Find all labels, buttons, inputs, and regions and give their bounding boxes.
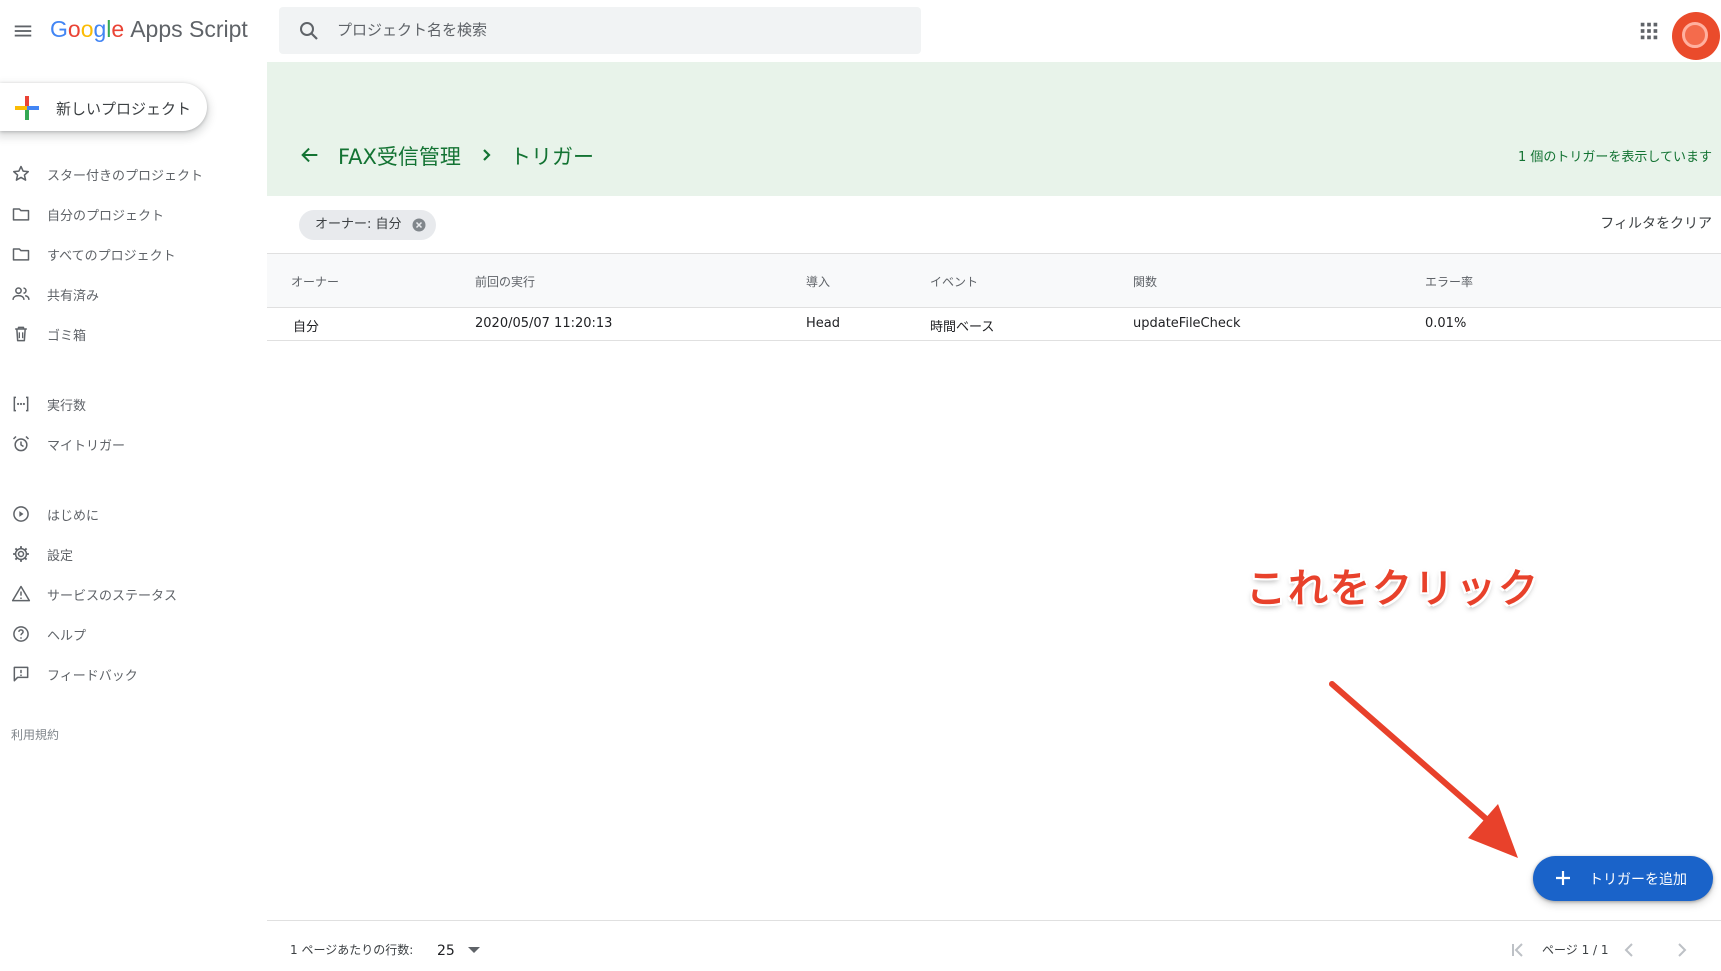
next-page-icon[interactable] <box>1671 939 1693 961</box>
sidebar-item-label: はじめに <box>47 509 100 524</box>
chevron-right-icon <box>483 149 491 161</box>
app-logo[interactable]: Google Apps Script <box>50 16 248 43</box>
cell-deployment: Head <box>806 316 840 331</box>
logo-google: Google <box>50 16 125 42</box>
search-input[interactable] <box>337 15 897 45</box>
sidebar-item-my-projects[interactable]: 自分のプロジェクト <box>0 196 260 232</box>
rows-per-page-label: 1 ページあたりの行数: <box>290 943 414 957</box>
warning-icon <box>11 585 31 602</box>
avatar[interactable] <box>1672 12 1720 60</box>
cell-function: updateFileCheck <box>1133 316 1241 331</box>
rows-per-page-select[interactable]: 25 <box>434 937 486 963</box>
sidebar-item-my-triggers[interactable]: マイトリガー <box>0 426 260 462</box>
new-project-label: 新しいプロジェクト <box>56 100 192 118</box>
search-icon[interactable] <box>297 19 321 43</box>
logo-product: Apps Script <box>130 16 248 42</box>
close-icon[interactable] <box>412 218 426 232</box>
new-project-button[interactable]: 新しいプロジェクト <box>0 83 207 131</box>
divider <box>267 920 1721 921</box>
rows-per-page-value: 25 <box>437 943 455 959</box>
breadcrumb-project[interactable]: FAX受信管理 <box>338 141 461 171</box>
cell-error-rate: 0.01% <box>1425 316 1467 331</box>
trigger-count-text: 1 個のトリガーを表示しています <box>1517 150 1712 165</box>
owner-filter-chip[interactable]: オーナー: 自分 <box>299 210 436 240</box>
column-header-event[interactable]: イベント <box>930 273 978 290</box>
sidebar-item-label: 自分のプロジェクト <box>47 209 165 224</box>
sidebar-item-label: サービスのステータス <box>47 589 178 604</box>
sidebar-item-executions[interactable]: 実行数 <box>0 386 260 422</box>
page-header-banner <box>267 62 1721 196</box>
sidebar-item-service-status[interactable]: サービスのステータス <box>0 576 260 612</box>
sidebar-item-label: 実行数 <box>47 399 87 414</box>
cell-event: 時間ベース <box>930 320 995 335</box>
column-header-error-rate[interactable]: エラー率 <box>1425 273 1473 290</box>
sidebar-item-getting-started[interactable]: はじめに <box>0 496 260 532</box>
sidebar-item-label: ゴミ箱 <box>47 329 87 344</box>
sidebar-item-shared[interactable]: 共有済み <box>0 276 260 312</box>
sidebar-item-all-projects[interactable]: すべてのプロジェクト <box>0 236 260 272</box>
column-header-owner[interactable]: オーナー <box>291 273 339 290</box>
annotation-arrow-icon <box>1329 681 1518 858</box>
table-row[interactable]: 自分 2020/05/07 11:20:13 Head 時間ベース update… <box>267 308 1721 341</box>
add-trigger-label: トリガーを追加 <box>1589 872 1687 888</box>
sidebar-item-label: すべてのプロジェクト <box>47 249 176 264</box>
cell-last-run: 2020/05/07 11:20:13 <box>475 316 613 331</box>
sidebar-item-starred[interactable]: スター付きのプロジェクト <box>0 156 260 192</box>
sidebar-item-label: 共有済み <box>47 289 100 304</box>
folder-icon <box>12 208 30 221</box>
first-page-icon[interactable] <box>1507 939 1529 961</box>
sidebar-item-label: スター付きのプロジェクト <box>47 169 204 184</box>
page-title: トリガー <box>510 145 594 169</box>
sidebar-item-label: 設定 <box>47 549 74 564</box>
page-indicator: ページ 1 / 1 <box>1542 943 1609 957</box>
sidebar-item-help[interactable]: ヘルプ <box>0 616 260 652</box>
google-apps-grid-icon[interactable] <box>1638 20 1660 42</box>
chevron-down-icon <box>468 947 480 953</box>
gear-icon <box>13 546 29 562</box>
filter-chip-label: オーナー: 自分 <box>315 217 402 232</box>
clear-filter-button[interactable]: フィルタをクリア <box>1560 213 1712 233</box>
sidebar-item-label: ヘルプ <box>47 629 87 644</box>
cell-owner: 自分 <box>293 320 320 335</box>
trash-icon <box>15 326 27 342</box>
plus-icon <box>1556 871 1570 885</box>
play-circle-icon <box>13 506 29 522</box>
column-header-function[interactable]: 関数 <box>1133 273 1157 290</box>
table-header: オーナー 前回の実行 導入 イベント 関数 エラー率 <box>267 253 1721 308</box>
sidebar-item-label: フィードバック <box>47 669 138 684</box>
people-icon <box>12 287 30 300</box>
feedback-icon <box>13 666 29 682</box>
folder-icon <box>12 248 30 261</box>
terms-link[interactable]: 利用規約 <box>11 726 59 743</box>
alarm-clock-icon <box>12 435 30 452</box>
previous-page-icon[interactable] <box>1618 939 1640 961</box>
sidebar-item-settings[interactable]: 設定 <box>0 536 260 572</box>
hamburger-menu-icon[interactable] <box>12 20 34 42</box>
back-arrow-icon[interactable] <box>299 144 321 166</box>
sidebar-item-label: マイトリガー <box>47 439 126 454</box>
sidebar-item-feedback[interactable]: フィードバック <box>0 656 260 692</box>
top-bar: Google Apps Script <box>0 0 1721 62</box>
annotation-text: これをクリック <box>1246 566 1540 612</box>
column-header-last-run[interactable]: 前回の実行 <box>475 273 535 290</box>
sidebar-item-trash[interactable]: ゴミ箱 <box>0 316 260 352</box>
column-header-deployment[interactable]: 導入 <box>806 273 830 290</box>
star-icon <box>13 165 29 181</box>
add-trigger-button[interactable]: トリガーを追加 <box>1533 856 1713 901</box>
colored-plus-icon <box>15 96 39 120</box>
help-icon <box>13 626 29 642</box>
executions-icon <box>13 396 29 412</box>
search-bar[interactable] <box>279 7 921 54</box>
